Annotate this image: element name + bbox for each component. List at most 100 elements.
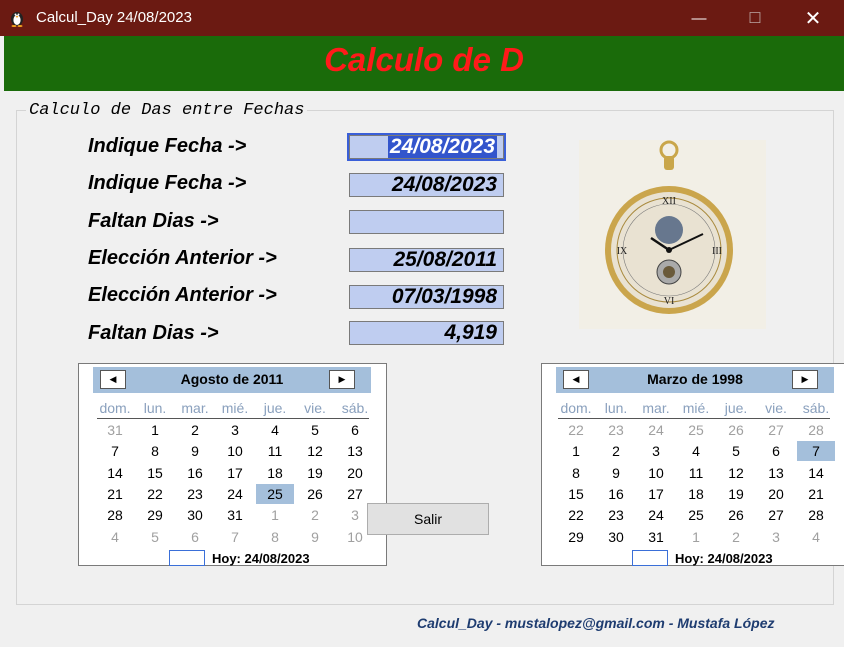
calendar-day[interactable]: 1 — [556, 441, 596, 461]
days-output-2[interactable]: 4,919 — [349, 321, 504, 345]
days-output-1[interactable] — [349, 210, 504, 234]
calendar-day[interactable]: 23 — [175, 484, 215, 504]
calendar-day[interactable]: 31 — [95, 420, 135, 440]
calendar-day[interactable]: 8 — [135, 441, 175, 461]
calendar-day[interactable]: 26 — [295, 484, 335, 504]
prev-election-input-2[interactable]: 07/03/1998 — [349, 285, 504, 309]
calendar-day[interactable]: 4 — [255, 420, 295, 440]
calendar-day[interactable]: 2 — [596, 441, 636, 461]
calendar-day[interactable]: 22 — [556, 420, 596, 440]
calendar-day[interactable]: 13 — [335, 441, 375, 461]
calendar-left-today[interactable]: Hoy: 24/08/2023 — [212, 551, 310, 566]
weekday-divider — [97, 418, 369, 419]
calendar-day[interactable]: 23 — [596, 505, 636, 525]
calendar-day[interactable]: 3 — [636, 441, 676, 461]
calendar-day[interactable]: 20 — [756, 484, 796, 504]
calendar-day[interactable]: 22 — [135, 484, 175, 504]
calendar-day[interactable]: 11 — [255, 441, 295, 461]
calendar-day[interactable]: 17 — [636, 484, 676, 504]
calendar-day[interactable]: 7 — [797, 441, 835, 462]
calendar-day[interactable]: 2 — [295, 505, 335, 525]
calendar-right[interactable]: ◀ Marzo de 1998 ▶ dom. lun. mar. mié. ju… — [541, 363, 844, 566]
calendar-day[interactable]: 5 — [135, 527, 175, 547]
prev-election-input-1[interactable]: 25/08/2011 — [349, 248, 504, 272]
calendar-day[interactable]: 14 — [95, 463, 135, 483]
calendar-day[interactable]: 5 — [716, 441, 756, 461]
calendar-day[interactable]: 3 — [756, 527, 796, 547]
calendar-day[interactable]: 6 — [756, 441, 796, 461]
calendar-day[interactable]: 2 — [175, 420, 215, 440]
calendar-day[interactable]: 24 — [636, 420, 676, 440]
calendar-day[interactable]: 23 — [596, 420, 636, 440]
calendar-day[interactable]: 7 — [95, 441, 135, 461]
calendar-day[interactable]: 18 — [676, 484, 716, 504]
calendar-right-next-button[interactable]: ▶ — [792, 370, 818, 389]
calendar-day[interactable]: 31 — [215, 505, 255, 525]
calendar-day[interactable]: 28 — [796, 420, 836, 440]
calendar-day[interactable]: 29 — [556, 527, 596, 547]
calendar-day[interactable]: 9 — [175, 441, 215, 461]
calendar-day[interactable]: 31 — [636, 527, 676, 547]
calendar-day[interactable]: 6 — [335, 420, 375, 440]
calendar-day[interactable]: 30 — [596, 527, 636, 547]
calendar-day[interactable]: 25 — [256, 483, 294, 504]
calendar-left[interactable]: ◀ Agosto de 2011 ▶ dom. lun. mar. mié. j… — [78, 363, 387, 566]
calendar-day[interactable]: 22 — [556, 505, 596, 525]
calendar-day[interactable]: 9 — [596, 463, 636, 483]
calendar-day[interactable]: 18 — [255, 463, 295, 483]
calendar-day[interactable]: 4 — [95, 527, 135, 547]
calendar-day[interactable]: 8 — [255, 527, 295, 547]
calendar-day[interactable]: 7 — [215, 527, 255, 547]
calendar-day[interactable]: 25 — [676, 420, 716, 440]
calendar-day[interactable]: 14 — [796, 463, 836, 483]
calendar-day[interactable]: 11 — [676, 463, 716, 483]
calendar-day[interactable]: 24 — [636, 505, 676, 525]
minimize-button[interactable]: — — [676, 0, 722, 36]
calendar-day[interactable]: 26 — [716, 505, 756, 525]
calendar-day[interactable]: 24 — [215, 484, 255, 504]
calendar-day[interactable]: 25 — [676, 505, 716, 525]
calendar-day[interactable]: 13 — [756, 463, 796, 483]
salir-button[interactable]: Salir — [367, 503, 489, 535]
calendar-day[interactable]: 21 — [95, 484, 135, 504]
calendar-day[interactable]: 6 — [175, 527, 215, 547]
calendar-day[interactable]: 20 — [335, 463, 375, 483]
calendar-day[interactable]: 5 — [295, 420, 335, 440]
calendar-day[interactable]: 16 — [596, 484, 636, 504]
calendar-day[interactable]: 10 — [636, 463, 676, 483]
calendar-day[interactable]: 17 — [215, 463, 255, 483]
calendar-day[interactable]: 30 — [175, 505, 215, 525]
title-bar[interactable]: Calcul_Day 24/08/2023 — ☐ ✕ — [0, 0, 844, 36]
calendar-day[interactable]: 26 — [716, 420, 756, 440]
calendar-day[interactable]: 8 — [556, 463, 596, 483]
calendar-right-today[interactable]: Hoy: 24/08/2023 — [675, 551, 773, 566]
calendar-day[interactable]: 12 — [295, 441, 335, 461]
calendar-day[interactable]: 27 — [756, 505, 796, 525]
calendar-day[interactable]: 1 — [676, 527, 716, 547]
calendar-day[interactable]: 3 — [215, 420, 255, 440]
calendar-day[interactable]: 4 — [676, 441, 716, 461]
calendar-day[interactable]: 21 — [796, 484, 836, 504]
calendar-day[interactable]: 28 — [95, 505, 135, 525]
calendar-left-next-button[interactable]: ▶ — [329, 370, 355, 389]
calendar-day[interactable]: 2 — [716, 527, 756, 547]
date-input-2[interactable]: 24/08/2023 — [349, 173, 504, 197]
calendar-day[interactable]: 1 — [135, 420, 175, 440]
calendar-day[interactable]: 10 — [215, 441, 255, 461]
calendar-day[interactable]: 9 — [295, 527, 335, 547]
calendar-day[interactable]: 19 — [295, 463, 335, 483]
calendar-day[interactable]: 1 — [255, 505, 295, 525]
calendar-day[interactable]: 19 — [716, 484, 756, 504]
calendar-day[interactable]: 29 — [135, 505, 175, 525]
calendar-day[interactable]: 4 — [796, 527, 836, 547]
calendar-day[interactable]: 27 — [335, 484, 375, 504]
maximize-button[interactable]: ☐ — [732, 0, 778, 36]
calendar-day[interactable]: 15 — [556, 484, 596, 504]
date-input-1[interactable]: 24/08/2023 — [347, 133, 506, 161]
calendar-day[interactable]: 28 — [796, 505, 836, 525]
calendar-day[interactable]: 12 — [716, 463, 756, 483]
calendar-day[interactable]: 16 — [175, 463, 215, 483]
calendar-day[interactable]: 27 — [756, 420, 796, 440]
calendar-day[interactable]: 15 — [135, 463, 175, 483]
close-button[interactable]: ✕ — [790, 0, 836, 36]
